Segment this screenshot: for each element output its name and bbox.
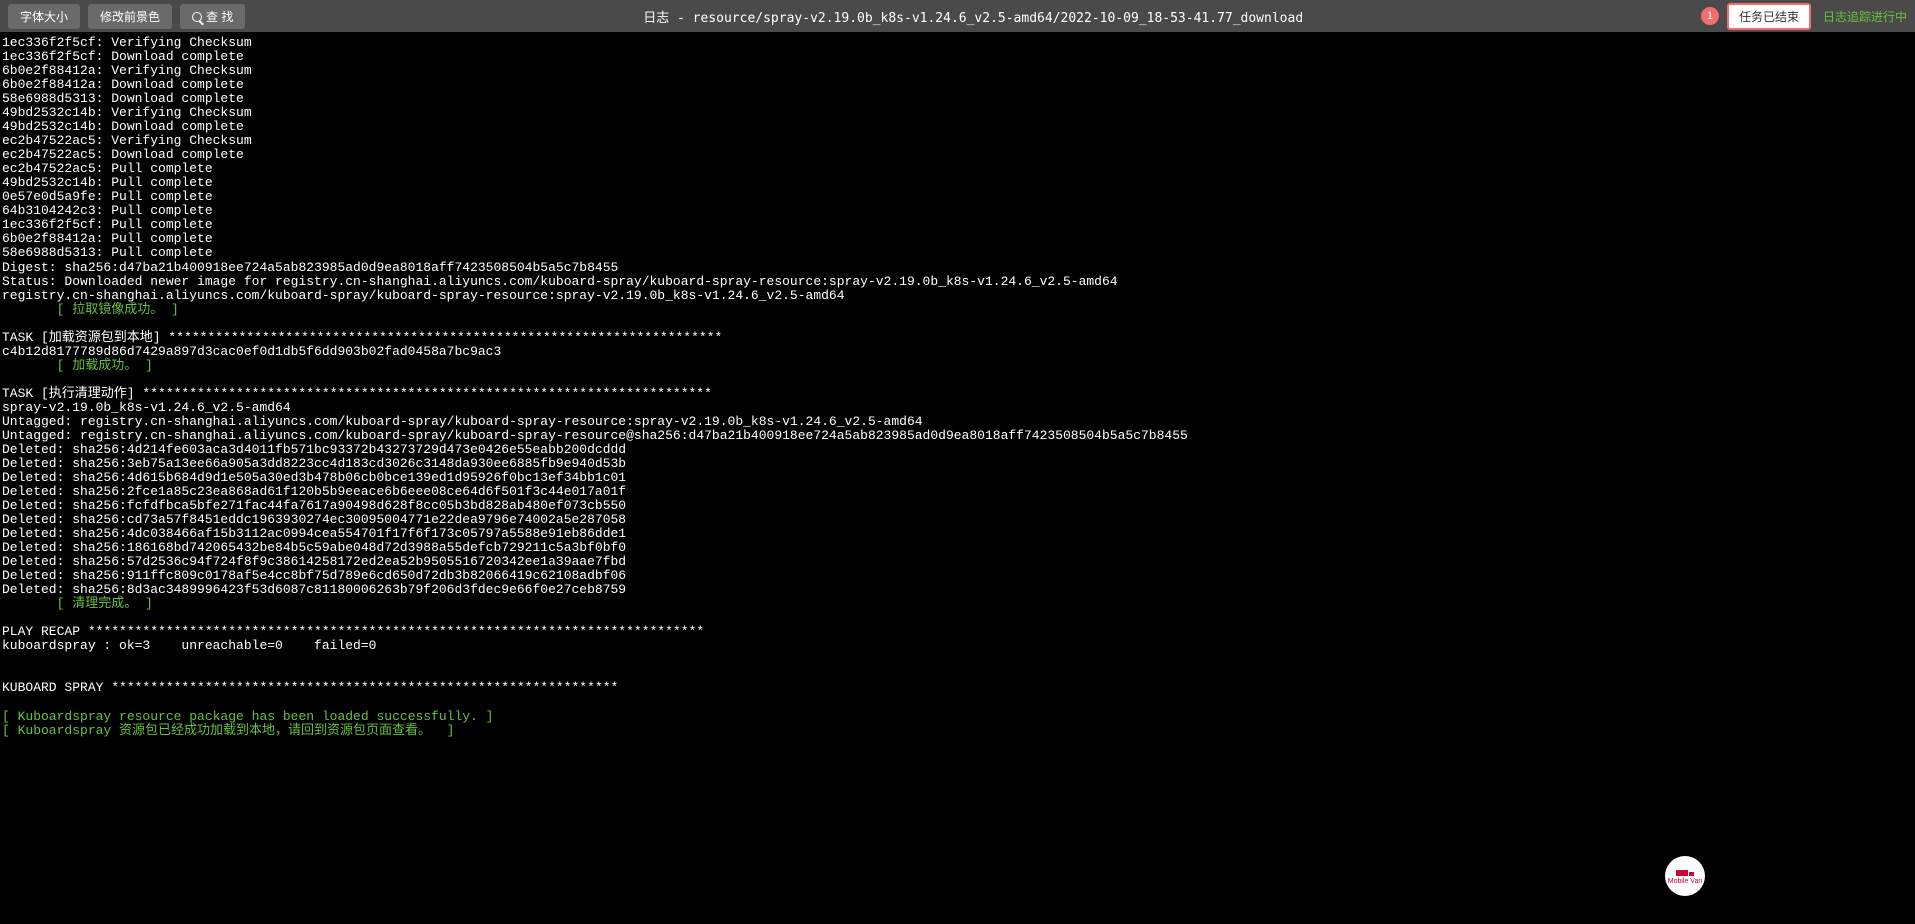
terminal-line: TASK [加载资源包到本地] ************************… [2,331,1913,345]
terminal-line: 0e57e0d5a9fe: Pull complete [2,190,1913,204]
terminal-line: 49bd2532c14b: Download complete [2,120,1913,134]
terminal-line: registry.cn-shanghai.aliyuncs.com/kuboar… [2,289,1913,303]
terminal-line [2,695,1913,709]
search-label: 查 找 [206,10,233,24]
terminal-line: 6b0e2f88412a: Verifying Checksum [2,64,1913,78]
terminal-line: 6b0e2f88412a: Download complete [2,78,1913,92]
terminal-line: 1ec336f2f5cf: Verifying Checksum [2,36,1913,50]
terminal-line: 6b0e2f88412a: Pull complete [2,232,1913,246]
terminal-output[interactable]: 1ec336f2f5cf: Verifying Checksum1ec336f2… [0,32,1915,742]
terminal-line: Status: Downloaded newer image for regis… [2,275,1913,289]
terminal-line: 49bd2532c14b: Verifying Checksum [2,106,1913,120]
terminal-line: Digest: sha256:d47ba21b400918ee724a5ab82… [2,261,1913,275]
terminal-line: Deleted: sha256:3eb75a13ee66a905a3dd8223… [2,457,1913,471]
terminal-line [2,317,1913,331]
terminal-line: [ 清理完成。 ] [2,597,1913,611]
terminal-line: [ 加载成功。 ] [2,359,1913,373]
page-title: 日志 - resource/spray-v2.19.0b_k8s-v1.24.6… [253,7,1693,26]
truck-icon [1676,868,1694,878]
terminal-line [2,653,1913,667]
terminal-line: Deleted: sha256:4d214fe603aca3d4011fb571… [2,443,1913,457]
terminal-line: kuboardspray : ok=3 unreachable=0 failed… [2,639,1913,653]
log-tracking-status: 日志追踪进行中 [1823,8,1907,25]
terminal-line: Untagged: registry.cn-shanghai.aliyuncs.… [2,415,1913,429]
terminal-line: Deleted: sha256:4dc038466af15b3112ac0994… [2,527,1913,541]
notification-badge[interactable]: 1 [1701,7,1719,25]
terminal-line: spray-v2.19.0b_k8s-v1.24.6_v2.5-amd64 [2,401,1913,415]
terminal-line: 58e6988d5313: Download complete [2,92,1913,106]
terminal-line: ec2b47522ac5: Verifying Checksum [2,134,1913,148]
terminal-line: ec2b47522ac5: Download complete [2,148,1913,162]
terminal-line: c4b12d8177789d86d7429a897d3cac0ef0d1db5f… [2,345,1913,359]
terminal-line: ec2b47522ac5: Pull complete [2,162,1913,176]
terminal-line: Deleted: sha256:cd73a57f8451eddc19639302… [2,513,1913,527]
terminal-line: [ Kuboardspray resource package has been… [2,710,1913,724]
task-ended-button[interactable]: 任务已结束 [1727,3,1811,30]
terminal-line: TASK [执行清理动作] **************************… [2,387,1913,401]
font-size-button[interactable]: 字体大小 [8,4,80,29]
terminal-line: [ 拉取镜像成功。 ] [2,303,1913,317]
terminal-line [2,373,1913,387]
terminal-line: Untagged: registry.cn-shanghai.aliyuncs.… [2,429,1913,443]
terminal-line [2,611,1913,625]
terminal-line: Deleted: sha256:186168bd742065432be84b5c… [2,541,1913,555]
terminal-line [2,667,1913,681]
mobile-van-float-button[interactable]: Mobile Van [1665,856,1705,896]
terminal-line: Deleted: sha256:fcfdfbca5bfe271fac44fa76… [2,499,1913,513]
terminal-line: Deleted: sha256:4d615b684d9d1e505a30ed3b… [2,471,1913,485]
terminal-line: 64b3104242c3: Pull complete [2,204,1913,218]
terminal-line: Deleted: sha256:911ffc809c0178af5e4cc8bf… [2,569,1913,583]
terminal-line: KUBOARD SPRAY **************************… [2,681,1913,695]
terminal-line: Deleted: sha256:8d3ac3489996423f53d6087c… [2,583,1913,597]
terminal-line: PLAY RECAP *****************************… [2,625,1913,639]
terminal-line: Deleted: sha256:2fce1a85c23ea868ad61f120… [2,485,1913,499]
search-icon [192,12,202,22]
search-button[interactable]: 查 找 [180,4,245,29]
terminal-line: 1ec336f2f5cf: Pull complete [2,218,1913,232]
terminal-line: Deleted: sha256:57d2536c94f724f8f9c38614… [2,555,1913,569]
terminal-line: 1ec336f2f5cf: Download complete [2,50,1913,64]
toolbar: 字体大小 修改前景色 查 找 日志 - resource/spray-v2.19… [0,0,1915,32]
terminal-line: 58e6988d5313: Pull complete [2,246,1913,260]
terminal-line: 49bd2532c14b: Pull complete [2,176,1913,190]
float-button-label: Mobile Van [1668,878,1703,885]
change-foreground-button[interactable]: 修改前景色 [88,4,172,29]
terminal-line: [ Kuboardspray 资源包已经成功加载到本地，请回到资源包页面查看。 … [2,724,1913,738]
